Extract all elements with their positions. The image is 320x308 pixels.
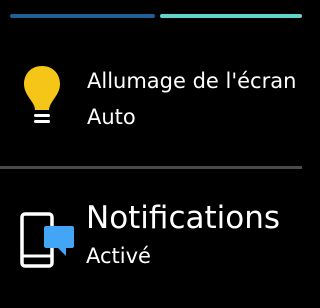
phone-notification-icon	[20, 212, 74, 268]
page-indicator-segment-2	[160, 14, 302, 18]
lightbulb-icon	[24, 66, 60, 123]
divider	[0, 166, 302, 169]
setting-title: Notifications	[86, 200, 281, 236]
setting-value: Activé	[86, 244, 151, 268]
setting-notifications[interactable]: Notifications Activé	[0, 172, 302, 292]
page-indicator-segment-1	[10, 14, 155, 18]
setting-title: Allumage de l'écran	[87, 69, 297, 93]
setting-screen-wake[interactable]: Allumage de l'écran Auto	[0, 40, 302, 166]
page-indicator	[0, 14, 302, 19]
setting-value: Auto	[87, 105, 136, 129]
